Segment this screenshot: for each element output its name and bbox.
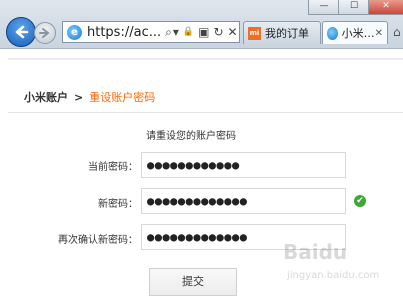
close-window-button[interactable]: ✕ xyxy=(368,0,403,15)
arrow-right-icon xyxy=(39,28,50,38)
check-icon: ✔ xyxy=(354,195,366,207)
confirm-password-label: 再次确认新密码： xyxy=(58,235,138,246)
minimize-button[interactable]: — xyxy=(308,0,340,15)
close-tab-icon[interactable]: ✕ xyxy=(375,28,383,39)
tab-label: 我的订单 xyxy=(265,27,309,40)
maximize-button[interactable]: ☐ xyxy=(338,0,370,15)
new-password-field[interactable]: ●●●●●●●●●●●●● xyxy=(141,188,346,214)
submit-button[interactable]: 提交 xyxy=(149,268,237,296)
ie-logo-icon: e xyxy=(67,24,82,40)
ie-logo-icon xyxy=(327,26,338,40)
refresh-icon[interactable]: ↻ xyxy=(213,22,223,42)
new-password-label: 新密码： xyxy=(98,199,138,210)
watermark-url: jingyan.baidu.com xyxy=(287,270,380,281)
forward-button[interactable] xyxy=(34,22,56,44)
form-instruction: 请重设您的账户密码 xyxy=(146,131,236,142)
home-icon[interactable]: ⌂ xyxy=(393,25,403,39)
current-password-label: 当前密码： xyxy=(88,162,138,173)
tab-label: 小米… xyxy=(341,27,375,40)
tab-orders[interactable]: mi 我的订单 xyxy=(243,21,321,44)
mi-logo-icon: mi xyxy=(248,26,261,40)
breadcrumb-root[interactable]: 小米账户 xyxy=(24,91,68,104)
watermark: Baidu jingyan.baidu.com xyxy=(283,240,401,296)
search-icon[interactable]: ⌕ xyxy=(165,22,172,42)
address-text[interactable]: https://ac... xyxy=(87,25,161,40)
chevron-down-icon[interactable]: ▾ xyxy=(173,22,179,42)
compat-view-icon[interactable]: ▣ xyxy=(198,22,209,42)
arrow-left-icon xyxy=(15,25,29,39)
breadcrumb: 小米账户 > 重设账户密码 xyxy=(24,89,155,105)
watermark-logo: Baidu xyxy=(283,240,348,264)
tab-xiaomi-account[interactable]: 小米… ✕ xyxy=(322,21,388,44)
browser-chrome: — ☐ ✕ e https://ac... ⌕ ▾ 🔒 ▣ ↻ ✕ mi 我的订… xyxy=(0,0,403,49)
breadcrumb-current: 重设账户密码 xyxy=(89,91,156,104)
back-button[interactable] xyxy=(6,17,36,47)
current-password-field[interactable]: ●●●●●●●●●●●● xyxy=(141,152,346,178)
breadcrumb-separator: > xyxy=(74,91,84,104)
address-bar[interactable]: e https://ac... ⌕ ▾ 🔒 ▣ ↻ ✕ xyxy=(62,21,240,43)
page-divider xyxy=(8,58,403,60)
stop-icon[interactable]: ✕ xyxy=(228,22,238,42)
breadcrumb-divider xyxy=(8,112,403,113)
lock-icon[interactable]: 🔒 xyxy=(183,22,194,42)
